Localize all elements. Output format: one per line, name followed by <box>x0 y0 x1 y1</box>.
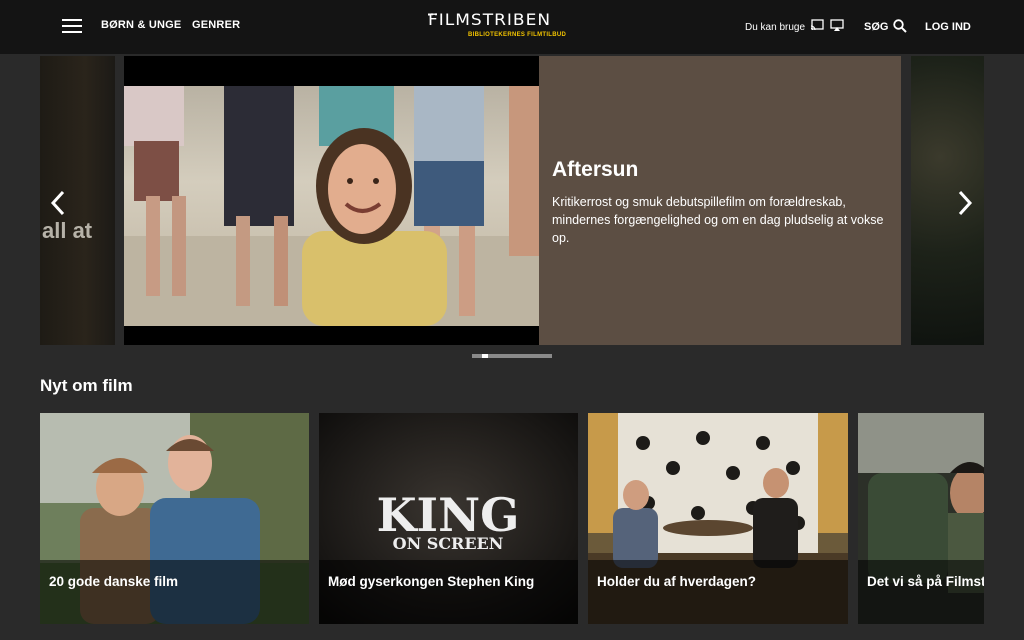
card-title: Mød gyserkongen Stephen King <box>328 574 535 589</box>
section-title: Nyt om film <box>40 376 133 395</box>
search-label[interactable]: SØG <box>864 21 888 33</box>
nav-genrer[interactable]: GENRER <box>192 19 240 31</box>
hero-title[interactable]: Aftersun <box>552 158 638 182</box>
card-caption: Mød gyserkongen Stephen King <box>319 560 578 624</box>
top-header: BØRN & UNGE GENRER FILMSTRIBEN BIBLIOTEK… <box>0 0 1024 54</box>
search-icon[interactable] <box>893 19 907 33</box>
card-title: Holder du af hverdagen? <box>597 574 757 589</box>
king-art-subtitle: ON SCREEN <box>393 534 504 553</box>
hero-description: Kritikerrost og smuk debutspillefilm om … <box>552 195 884 245</box>
article-card[interactable]: 20 gode danske film <box>40 413 309 624</box>
filmstriben-logo[interactable]: FILMSTRIBEN BIBLIOTEKERNES FILMTILBUD <box>428 10 598 42</box>
carousel-progress-active <box>482 354 488 358</box>
article-card[interactable]: KING ON SCREEN Mød gyserkongen Stephen K… <box>319 413 578 624</box>
prev-slide-title: all at <box>42 218 93 243</box>
chevron-left-icon[interactable] <box>47 188 71 218</box>
article-card[interactable]: Det vi så på Filmstriben <box>858 413 984 624</box>
login-link[interactable]: LOG IND <box>925 21 971 33</box>
carousel-progress[interactable] <box>472 354 552 358</box>
card-title: Det vi så på Filmstriben <box>867 574 984 589</box>
hero-image <box>124 86 539 326</box>
nav-boern-unge[interactable]: BØRN & UNGE <box>101 19 181 31</box>
menu-icon[interactable] <box>62 19 82 33</box>
logo-subtitle: BIBLIOTEKERNES FILMTILBUD <box>468 32 567 38</box>
airplay-icon[interactable] <box>830 19 844 31</box>
card-caption: 20 gode danske film <box>40 560 309 624</box>
logo-title: FILMSTRIBEN <box>428 11 598 30</box>
hero-info-panel: Aftersun Kritikerrost og smuk debutspill… <box>539 56 901 345</box>
cast-icon[interactable] <box>810 19 824 31</box>
chevron-right-icon[interactable] <box>953 188 977 218</box>
article-card[interactable]: Holder du af hverdagen? <box>588 413 848 624</box>
card-title: 20 gode danske film <box>49 574 179 589</box>
hero-slide[interactable]: Aftersun Kritikerrost og smuk debutspill… <box>124 56 901 345</box>
card-caption: Det vi så på Filmstriben <box>858 560 984 624</box>
card-caption: Holder du af hverdagen? <box>588 560 848 624</box>
usage-label: Du kan bruge <box>745 22 806 33</box>
